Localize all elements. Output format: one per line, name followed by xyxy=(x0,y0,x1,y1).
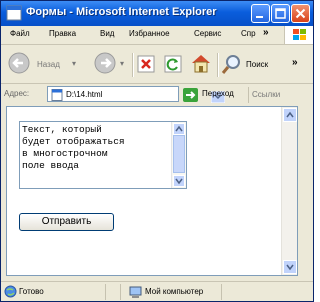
search-label: Поиск xyxy=(246,60,269,69)
status-separator xyxy=(105,284,106,300)
menu-tools[interactable]: Сервис xyxy=(194,29,221,38)
status-text: Готово xyxy=(19,287,44,296)
go-button-icon[interactable] xyxy=(183,88,198,102)
address-separator xyxy=(248,87,249,103)
status-bar: Готово Мой компьютер xyxy=(1,281,313,301)
stop-button[interactable] xyxy=(137,55,155,73)
menu-more-chevron[interactable]: » xyxy=(263,27,269,38)
page-scroll-down[interactable] xyxy=(283,260,297,274)
forward-icon xyxy=(94,52,116,74)
page-scroll-up[interactable] xyxy=(283,108,297,122)
computer-icon xyxy=(129,286,142,298)
textarea-scrollbar[interactable] xyxy=(171,122,186,188)
browser-window: Формы - Microsoft Internet Explorer Файл… xyxy=(0,0,314,302)
page-content: Текст, который будет отображаться в мног… xyxy=(6,106,298,276)
close-icon xyxy=(295,8,306,19)
menu-edit[interactable]: Правка xyxy=(49,29,76,38)
home-icon xyxy=(192,55,210,73)
ie-page-icon xyxy=(6,5,22,21)
back-dropdown-icon[interactable]: ▾ xyxy=(72,59,76,68)
toolbar-separator xyxy=(217,53,219,77)
address-label: Адрес: xyxy=(4,89,30,98)
window-title: Формы - Microsoft Internet Explorer xyxy=(26,6,217,18)
chevron-up-icon xyxy=(286,111,294,118)
globe-icon xyxy=(4,285,17,298)
address-input[interactable]: D:\14.html xyxy=(47,86,226,104)
forward-button[interactable] xyxy=(93,51,117,75)
submit-button[interactable]: Отправить xyxy=(19,213,114,231)
page-icon xyxy=(51,89,63,101)
maximize-button[interactable] xyxy=(271,4,290,23)
multiline-textarea[interactable]: Текст, который будет отображаться в мног… xyxy=(19,121,187,189)
forward-dropdown-icon[interactable]: ▾ xyxy=(120,59,124,68)
go-button[interactable]: Переход xyxy=(202,89,234,98)
address-bar: Адрес: D:\14.html Переход Ссылки xyxy=(1,84,313,104)
menu-view[interactable]: Вид xyxy=(100,29,114,38)
menu-file[interactable]: Файл xyxy=(10,29,30,38)
menu-favorites[interactable]: Избранное xyxy=(129,29,170,38)
back-label: Назад xyxy=(37,60,60,69)
toolbar-more-chevron[interactable]: » xyxy=(292,57,298,68)
stop-icon xyxy=(137,55,155,73)
back-icon xyxy=(8,52,30,74)
textarea-value: Текст, который будет отображаться в мног… xyxy=(22,124,125,171)
menu-bar: Файл Правка Вид Избранное Сервис Спр » xyxy=(1,26,313,45)
home-button[interactable] xyxy=(190,53,212,73)
chevron-up-icon xyxy=(175,125,183,132)
links-button[interactable]: Ссылки xyxy=(252,90,280,99)
windows-logo xyxy=(284,26,313,44)
textarea-scroll-up[interactable] xyxy=(173,123,185,135)
security-zone: Мой компьютер xyxy=(145,287,204,296)
address-value: D:\14.html xyxy=(66,90,103,99)
search-icon xyxy=(221,55,240,74)
refresh-icon xyxy=(164,55,182,73)
textarea-scroll-thumb[interactable] xyxy=(173,135,185,173)
status-separator xyxy=(120,284,121,300)
toolbar-separator xyxy=(132,53,134,77)
title-bar[interactable]: Формы - Microsoft Internet Explorer xyxy=(1,1,313,26)
close-button[interactable] xyxy=(291,4,310,23)
chevron-down-icon xyxy=(175,178,183,185)
maximize-icon xyxy=(275,8,286,19)
standard-toolbar: Назад ▾ ▾ Поиск » xyxy=(1,45,313,84)
windows-logo-icon xyxy=(293,29,306,40)
chevron-down-icon xyxy=(286,264,294,271)
menu-help[interactable]: Спр xyxy=(241,29,256,38)
go-arrow-icon xyxy=(183,88,198,102)
status-separator xyxy=(221,284,222,300)
minimize-icon xyxy=(256,16,263,18)
search-button[interactable]: Поиск xyxy=(221,51,281,77)
page-scrollbar[interactable] xyxy=(281,107,297,275)
refresh-button[interactable] xyxy=(164,55,182,73)
minimize-button[interactable] xyxy=(251,4,270,23)
textarea-scroll-down[interactable] xyxy=(173,175,185,187)
back-button[interactable]: Назад xyxy=(7,51,65,77)
